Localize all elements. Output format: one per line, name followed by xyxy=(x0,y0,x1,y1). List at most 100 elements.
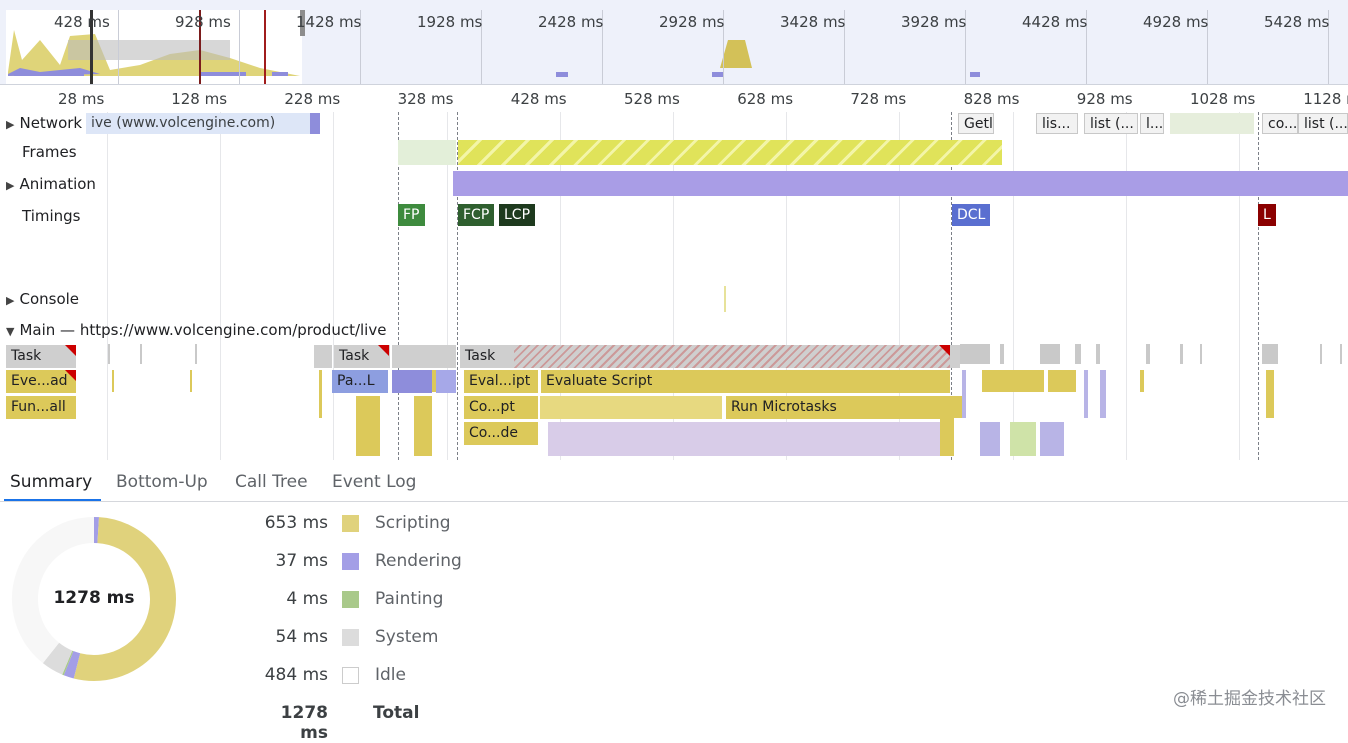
load-marker[interactable]: L xyxy=(1258,204,1276,226)
network-request-bar[interactable] xyxy=(1170,113,1254,134)
time-ruler: 28 ms 128 ms 228 ms 328 ms 428 ms 528 ms 628 m… xyxy=(0,86,1348,112)
watermark: @稀土掘金技术社区 xyxy=(1173,684,1326,709)
donut-slice xyxy=(51,653,67,663)
overview-tick-label: 4928 ms xyxy=(1143,13,1208,31)
overview-tick-label: 428 ms xyxy=(54,13,110,31)
expand-triangle-icon[interactable]: ▶ xyxy=(6,294,14,307)
tab-bottom-up[interactable]: Bottom-Up xyxy=(116,472,208,492)
fcp-marker[interactable]: FCP xyxy=(458,204,494,226)
legend-label: Scripting xyxy=(375,513,451,533)
legend-swatch xyxy=(342,515,359,532)
tab-call-tree[interactable]: Call Tree xyxy=(235,472,308,492)
fp-marker[interactable]: FP xyxy=(398,204,425,226)
ruler-tick-label: 128 ms xyxy=(171,90,227,108)
frames-strip[interactable] xyxy=(458,140,1002,165)
console-event[interactable] xyxy=(724,286,726,312)
tab-event-log[interactable]: Event Log xyxy=(332,472,416,492)
network-request-small[interactable]: lis... xyxy=(1036,113,1078,134)
dcl-marker[interactable]: DCL xyxy=(952,204,990,226)
call-stack-block[interactable] xyxy=(540,396,722,419)
legend-label: Idle xyxy=(375,665,406,685)
lcp-marker[interactable]: LCP xyxy=(499,204,535,226)
evaluate-script-block[interactable]: Eval...ipt xyxy=(464,370,538,393)
rendering-block-small[interactable] xyxy=(436,370,456,393)
overview-tick-label: 4428 ms xyxy=(1022,13,1087,31)
total-label: Total xyxy=(373,703,419,723)
frames-track-label: Frames xyxy=(22,143,77,161)
long-task-flag-icon xyxy=(65,370,76,381)
network-request[interactable]: ive (www.volcengine.com) xyxy=(86,113,310,134)
function-call-block[interactable]: Fun...all xyxy=(6,396,76,419)
legend-swatch xyxy=(342,629,359,646)
overview-gridline xyxy=(118,10,119,84)
task-block[interactable]: Task xyxy=(460,345,514,368)
ruler-tick-label: 528 ms xyxy=(624,90,680,108)
legend-label: Rendering xyxy=(375,551,462,571)
overview-tick-label: 1428 ms xyxy=(296,13,361,31)
donut-slice xyxy=(69,663,77,666)
legend-value: 37 ms xyxy=(258,551,328,571)
ruler-tick-label: 428 ms xyxy=(511,90,567,108)
legend-swatch xyxy=(342,667,359,684)
compile-code-block[interactable]: Co...de xyxy=(464,422,538,445)
ruler-tick-label: 1028 ms xyxy=(1190,90,1255,108)
network-request-small[interactable]: list (... xyxy=(1084,113,1138,134)
overview-tick-label: 1928 ms xyxy=(417,13,482,31)
evaluate-script-block[interactable]: Evaluate Script xyxy=(541,370,950,393)
animation-bar[interactable] xyxy=(453,171,1348,196)
overview-tick-label: 3428 ms xyxy=(780,13,845,31)
long-task-flag-icon xyxy=(65,345,76,356)
frame-idle[interactable] xyxy=(398,140,456,165)
long-task-flag-icon xyxy=(939,345,950,356)
parse-html-block[interactable]: Pa...L xyxy=(332,370,388,393)
legend-swatch xyxy=(342,591,359,608)
collapse-triangle-icon[interactable]: ▼ xyxy=(6,325,14,338)
console-track-label[interactable]: ▶Console xyxy=(6,290,79,308)
overview-tick-label: 928 ms xyxy=(175,13,231,31)
ruler-tick-label: 228 ms xyxy=(284,90,340,108)
ruler-tick-label: 828 ms xyxy=(964,90,1020,108)
network-request-small[interactable]: Getl xyxy=(958,113,994,134)
donut-slice xyxy=(67,663,68,664)
tab-summary[interactable]: Summary xyxy=(10,472,92,492)
ruler-tick-label: 1128 ms xyxy=(1303,90,1348,108)
expand-triangle-icon[interactable]: ▶ xyxy=(6,179,14,192)
ruler-tick-label: 628 ms xyxy=(737,90,793,108)
donut-total-label: 1278 ms xyxy=(8,588,180,608)
ruler-tick-label: 28 ms xyxy=(58,90,104,108)
legend-value: 653 ms xyxy=(258,513,328,533)
network-request-small[interactable]: l... xyxy=(1140,113,1164,134)
legend-value: 4 ms xyxy=(258,589,328,609)
long-task-overtime[interactable] xyxy=(514,345,950,368)
timeline-overview[interactable]: 428 ms 928 ms 1428 ms 1928 ms 2428 ms 2928 ms… xyxy=(0,0,1348,85)
overview-tick-label: 2928 ms xyxy=(659,13,724,31)
network-request-small[interactable]: co... xyxy=(1262,113,1298,134)
overview-tick-label: 3928 ms xyxy=(901,13,966,31)
compile-script-block[interactable]: Co...pt xyxy=(464,396,538,419)
network-request-tail xyxy=(310,113,320,134)
overview-gridline xyxy=(239,10,240,84)
animation-track-label[interactable]: ▶Animation xyxy=(6,175,96,193)
run-microtasks-block[interactable]: Run Microtasks xyxy=(726,396,950,419)
task-block-small[interactable] xyxy=(392,345,456,368)
timings-track-label: Timings xyxy=(22,207,81,225)
expand-triangle-icon[interactable]: ▶ xyxy=(6,118,14,131)
ruler-tick-label: 928 ms xyxy=(1077,90,1133,108)
rendering-block[interactable] xyxy=(392,370,432,393)
active-tab-underline xyxy=(4,499,101,501)
legend-value: 54 ms xyxy=(258,627,328,647)
network-track-label[interactable]: ▶Network xyxy=(6,114,82,132)
ruler-tick-label: 728 ms xyxy=(850,90,906,108)
long-task-flag-icon xyxy=(378,345,389,356)
details-tab-bar: Summary Bottom-Up Call Tree Event Log xyxy=(0,461,1348,502)
network-request-small[interactable]: list (... xyxy=(1298,113,1348,134)
legend-value: 484 ms xyxy=(258,665,328,685)
overview-tick-label: 5428 ms xyxy=(1264,13,1329,31)
ruler-tick-label: 328 ms xyxy=(398,90,454,108)
main-track-label[interactable]: ▼Main — https://www.volcengine.com/produ… xyxy=(6,321,386,339)
task-block-small[interactable] xyxy=(314,345,332,368)
legend-label: Painting xyxy=(375,589,443,609)
task-block-small[interactable] xyxy=(950,345,960,368)
overview-tick-label: 2428 ms xyxy=(538,13,603,31)
total-value: 1278 ms xyxy=(258,703,328,743)
